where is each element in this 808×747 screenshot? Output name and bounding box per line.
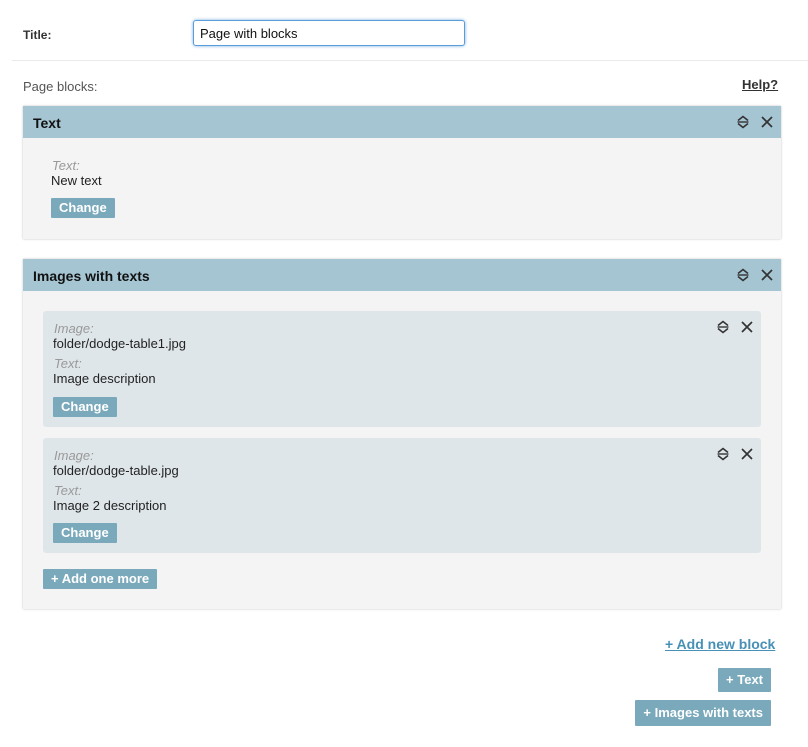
text-field-label: Text: [54,356,82,371]
add-one-more-button[interactable]: + Add one more [43,569,158,589]
close-icon[interactable] [740,447,754,461]
text-field-label: Text: [52,158,80,173]
block-header: Text [23,106,781,138]
block-header: Images with texts [23,259,781,291]
change-button[interactable]: Change [53,523,117,543]
text-field-value: New text [51,173,102,188]
image-item: Image: folder/dodge-table.jpg Text: Imag… [43,438,761,553]
block-title: Text [33,115,61,131]
divider [12,60,808,61]
text-field-value: Image 2 description [53,498,167,513]
image-item: Image: folder/dodge-table1.jpg Text: Ima… [43,311,761,427]
page-blocks-label: Page blocks: [23,79,98,94]
title-label: Title: [23,28,52,42]
change-button[interactable]: Change [51,198,115,218]
sort-icon[interactable] [716,320,730,334]
sort-icon[interactable] [736,268,750,282]
text-block: Text Text: New text Change [23,106,781,239]
help-link[interactable]: Help? [742,77,778,92]
add-text-block-button[interactable]: + Text [718,668,771,692]
add-images-block-button[interactable]: + Images with texts [635,700,771,726]
text-field-value: Image description [53,371,156,386]
close-icon[interactable] [740,320,754,334]
images-block: Images with texts Image: folder/dodge-ta… [23,259,781,609]
image-field-value: folder/dodge-table.jpg [53,463,179,478]
change-button[interactable]: Change [53,397,117,417]
title-input[interactable] [193,20,465,46]
image-field-label: Image: [54,321,94,336]
image-field-value: folder/dodge-table1.jpg [53,336,186,351]
add-new-block-link[interactable]: + Add new block [665,636,775,652]
close-icon[interactable] [760,268,774,282]
sort-icon[interactable] [716,447,730,461]
close-icon[interactable] [760,115,774,129]
block-title: Images with texts [33,268,150,284]
image-field-label: Image: [54,448,94,463]
text-field-label: Text: [54,483,82,498]
sort-icon[interactable] [736,115,750,129]
